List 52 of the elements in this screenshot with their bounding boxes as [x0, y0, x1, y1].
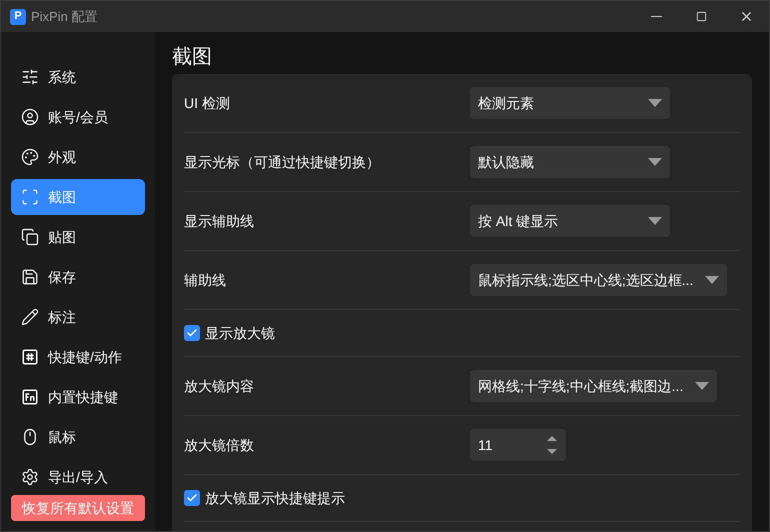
fn-key-icon	[21, 388, 39, 406]
minimize-icon	[651, 16, 662, 17]
maximize-icon	[696, 11, 707, 22]
save-icon	[21, 268, 39, 286]
sidebar-item[interactable]: 快捷键/动作	[11, 339, 145, 375]
checkbox-label: 放大镜显示快捷键提示	[205, 488, 345, 508]
dropdown[interactable]: 网格线;十字线;中心框线;截图边...	[470, 370, 718, 402]
setting-label: 放大镜内容	[184, 376, 255, 396]
user-icon	[21, 108, 39, 126]
dropdown[interactable]: 检测元素	[470, 87, 670, 119]
caret-icon	[695, 382, 710, 390]
hash-icon	[21, 348, 39, 366]
page-title: 截图	[172, 45, 213, 70]
setting-label: 放大镜倍数	[184, 436, 255, 454]
caret-icon	[648, 99, 662, 107]
sidebar-item[interactable]: 内置快捷键	[11, 379, 145, 415]
sidebar-item[interactable]: 保存	[11, 259, 145, 295]
copy-icon	[21, 228, 39, 246]
check-icon	[186, 492, 198, 504]
checkbox-label: 显示放大镜	[205, 324, 275, 342]
setting-label: 显示辅助线	[184, 212, 255, 230]
sidebar-item[interactable]: 导出/导入	[11, 459, 145, 495]
sidebar-item[interactable]: 外观	[11, 139, 145, 175]
app-logo: P	[10, 8, 26, 24]
sidebar-item[interactable]: 系统	[11, 59, 145, 95]
setting-label: 辅助线	[184, 270, 227, 290]
sidebar-item[interactable]: 账号/会员	[11, 99, 145, 135]
palette-icon	[21, 148, 39, 166]
setting-label: UI 检测	[184, 94, 231, 112]
checkbox[interactable]	[184, 325, 200, 341]
window-title: PixPin 配置	[31, 8, 98, 26]
scan-icon	[21, 188, 39, 206]
spinner-icon[interactable]	[546, 434, 558, 456]
check-icon	[186, 327, 198, 339]
caret-icon	[648, 217, 662, 225]
caret-icon	[648, 158, 662, 166]
dropdown[interactable]: 鼠标指示线;选区中心线;选区边框...	[470, 264, 728, 296]
sidebar-item[interactable]: 鼠标	[11, 419, 145, 455]
gear-icon	[21, 468, 39, 486]
close-icon	[739, 9, 754, 24]
sliders-icon	[21, 68, 39, 86]
setting-label: 显示光标（可通过快捷键切换）	[184, 152, 381, 172]
dropdown[interactable]: 按 Alt 键显示	[470, 205, 670, 237]
sidebar-item[interactable]: 截图	[11, 179, 145, 215]
caret-icon	[705, 276, 720, 284]
dropdown[interactable]: 默认隐藏	[470, 146, 670, 178]
mouse-icon	[21, 428, 39, 446]
sidebar-item[interactable]: 标注	[11, 299, 145, 335]
pencil-icon	[21, 308, 39, 326]
number-field[interactable]: 11	[470, 429, 566, 461]
sidebar-item[interactable]: 贴图	[11, 219, 145, 255]
checkbox[interactable]	[184, 490, 200, 506]
